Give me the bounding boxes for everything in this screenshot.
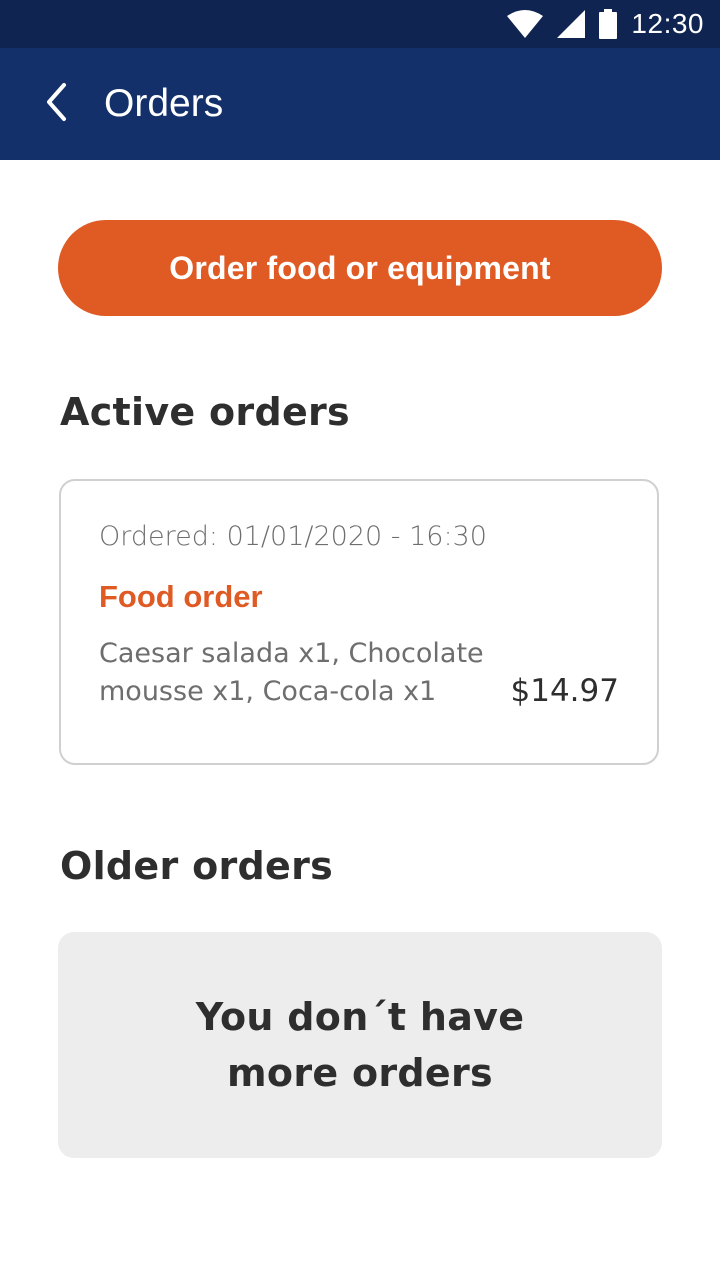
order-food-or-equipment-button[interactable]: Order food or equipment	[58, 220, 662, 316]
empty-state: You don´t have more orders	[58, 932, 662, 1158]
back-button[interactable]	[28, 76, 84, 132]
order-items: Caesar salada x1, Chocolate mousse x1, C…	[99, 638, 484, 707]
order-type: Food order	[99, 579, 263, 614]
signal-icon	[557, 10, 586, 38]
active-orders-heading: Active orders	[60, 390, 350, 434]
order-price: $14.97	[510, 673, 619, 709]
older-orders-heading: Older orders	[60, 844, 334, 888]
app-bar: Orders	[0, 48, 720, 160]
status-time: 12:30	[631, 8, 704, 39]
order-date: Ordered: 01/01/2020 - 16:30	[99, 521, 487, 552]
status-bar: 12:30	[0, 0, 720, 48]
order-card[interactable]: Ordered: 01/01/2020 - 16:30 Food order C…	[59, 479, 659, 765]
wifi-icon	[507, 10, 544, 38]
status-icons: 12:30	[507, 0, 704, 48]
page-title: Orders	[104, 82, 224, 125]
chevron-left-icon	[44, 82, 68, 127]
empty-state-message: You don´t have more orders	[195, 995, 525, 1095]
battery-icon	[599, 9, 618, 39]
